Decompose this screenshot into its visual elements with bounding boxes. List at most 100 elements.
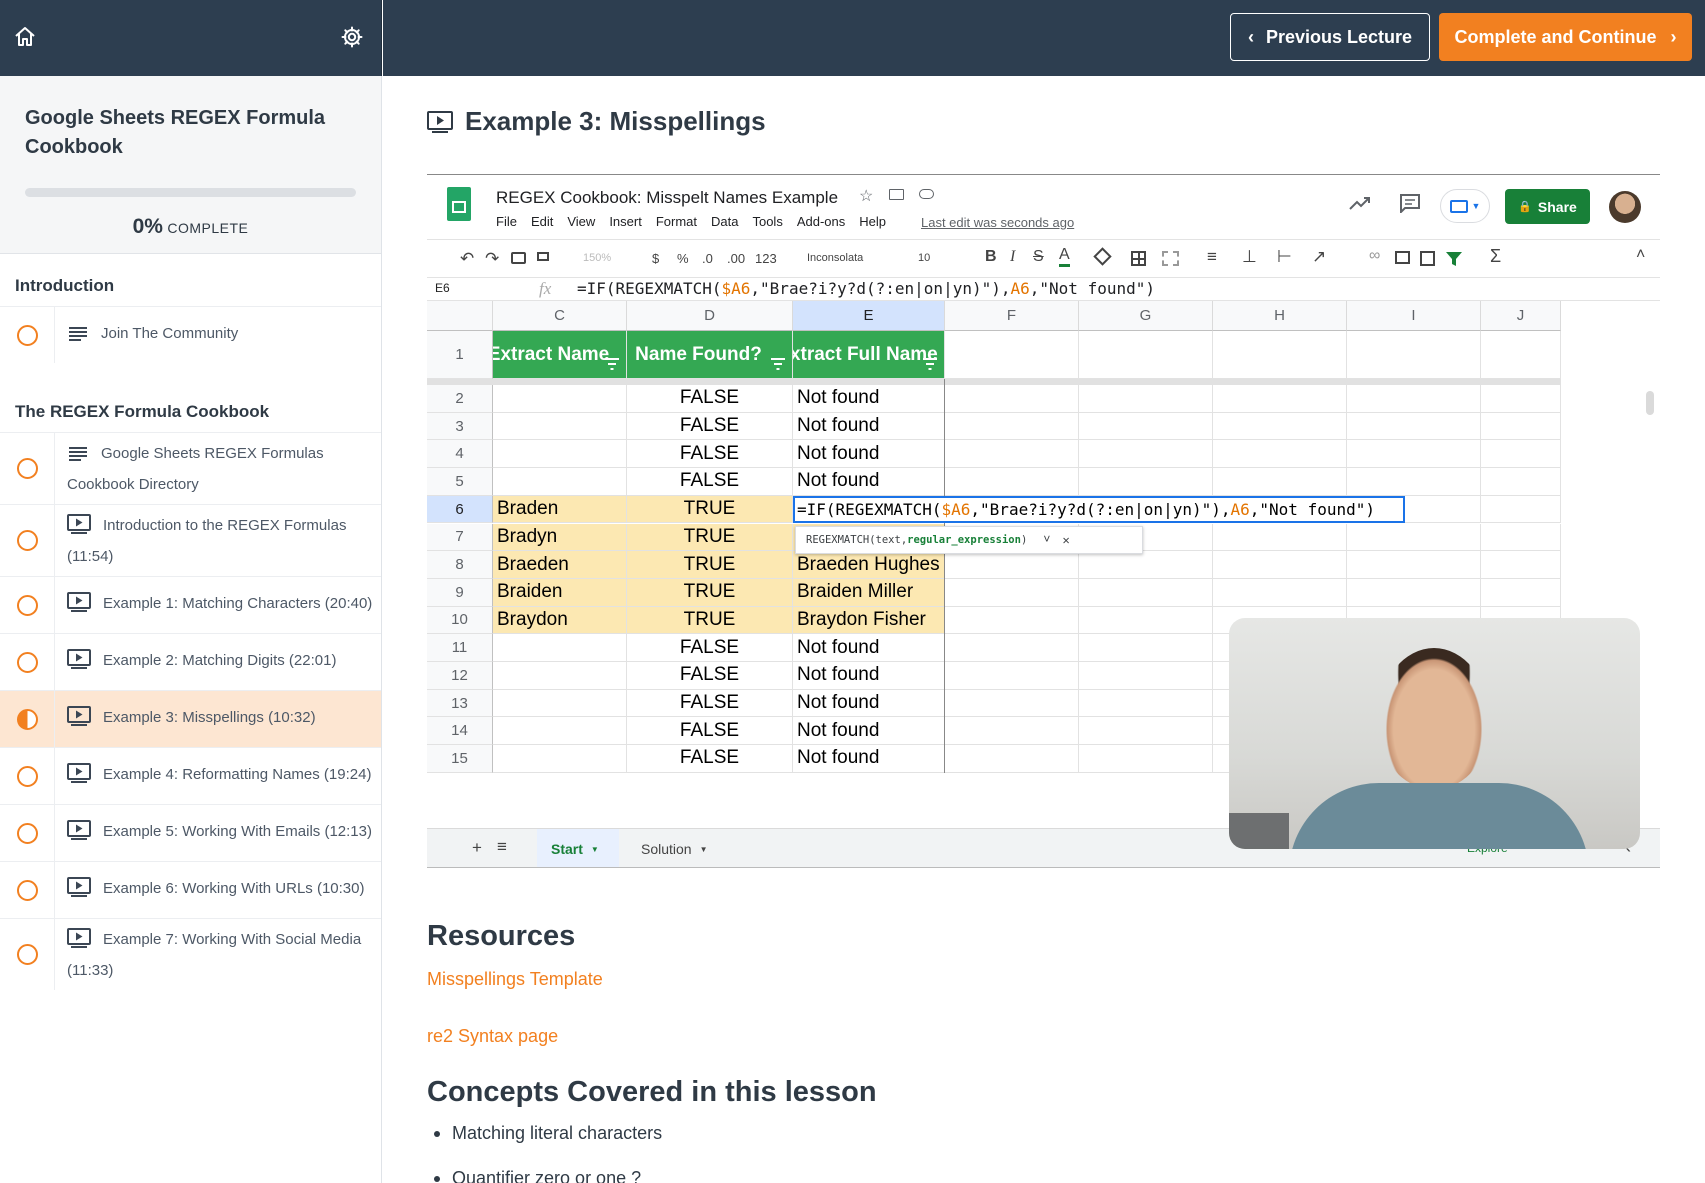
data-cell[interactable]: Braiden [493, 578, 627, 607]
sheet-tab-solution[interactable]: Solution ▼ [627, 829, 722, 867]
empty-cell[interactable] [1213, 551, 1347, 579]
not-started-circle-icon[interactable] [17, 594, 38, 616]
header-cell[interactable]: Extract Name [493, 331, 627, 379]
filter-icon[interactable] [604, 358, 620, 370]
data-cell[interactable]: TRUE [627, 551, 793, 579]
italic-icon[interactable]: I [1010, 248, 1015, 266]
empty-cell[interactable] [1079, 689, 1213, 718]
data-cell[interactable]: Braydon [493, 606, 627, 635]
currency-format-button[interactable]: $ [652, 251, 659, 266]
data-cell[interactable]: Not found [793, 745, 945, 773]
filter-icon[interactable] [922, 358, 938, 370]
data-cell[interactable]: Braeden [493, 551, 627, 579]
empty-cell[interactable] [945, 689, 1079, 718]
column-header[interactable]: I [1347, 301, 1481, 331]
menu-item[interactable]: Insert [609, 214, 642, 229]
menu-item[interactable]: Add-ons [797, 214, 845, 229]
empty-cell[interactable] [1079, 412, 1213, 441]
empty-cell[interactable] [1481, 495, 1561, 524]
lecture-item[interactable]: Example 7: Working With Social Media (11… [0, 918, 381, 990]
empty-cell[interactable] [945, 385, 1079, 413]
empty-cell[interactable] [1347, 440, 1481, 469]
bold-icon[interactable]: B [985, 248, 997, 266]
empty-cell[interactable] [1481, 412, 1561, 441]
filter-icon[interactable] [1445, 250, 1463, 268]
lecture-item[interactable]: Google Sheets REGEX Formulas Cookbook Di… [0, 432, 381, 504]
empty-cell[interactable] [1079, 717, 1213, 746]
avatar[interactable] [1609, 191, 1641, 223]
collapse-toolbar-icon[interactable]: ˄ [1636, 246, 1645, 264]
column-header[interactable]: C [493, 301, 627, 331]
empty-cell[interactable] [1213, 385, 1347, 413]
align-vertical-icon[interactable]: ⊥ [1242, 247, 1257, 267]
empty-cell[interactable] [1481, 440, 1561, 469]
redo-icon[interactable]: ↷ [485, 249, 499, 269]
not-started-circle-icon[interactable] [17, 458, 38, 479]
empty-cell[interactable] [945, 440, 1079, 469]
grid-corner[interactable] [427, 301, 493, 331]
add-sheet-icon[interactable]: + [472, 838, 482, 858]
document-title[interactable]: REGEX Cookbook: Misspelt Names Example [496, 188, 838, 208]
column-header[interactable]: H [1213, 301, 1347, 331]
percent-format-button[interactable]: % [677, 251, 689, 266]
column-header[interactable]: G [1079, 301, 1213, 331]
row-header[interactable]: 7 [427, 523, 493, 552]
data-cell[interactable]: Not found [793, 468, 945, 496]
row-header[interactable]: 2 [427, 385, 493, 413]
not-started-circle-icon[interactable] [17, 944, 38, 965]
lecture-item[interactable]: Example 2: Matching Digits (22:01) [0, 633, 381, 690]
data-cell[interactable]: Braydon Fisher [793, 606, 945, 635]
empty-cell[interactable] [1079, 331, 1213, 379]
undo-icon[interactable]: ↶ [460, 249, 474, 269]
empty-cell[interactable] [1347, 468, 1481, 496]
font-select[interactable]: Inconsolata [807, 252, 863, 264]
folder-icon[interactable] [889, 189, 904, 200]
empty-cell[interactable] [1481, 385, 1561, 413]
menu-item[interactable]: Data [711, 214, 738, 229]
menu-item[interactable]: Help [859, 214, 886, 229]
empty-cell[interactable] [1079, 634, 1213, 662]
data-cell[interactable]: FALSE [627, 662, 793, 690]
row-header[interactable]: 9 [427, 578, 493, 607]
column-header[interactable]: D [627, 301, 793, 331]
empty-cell[interactable] [1079, 745, 1213, 773]
not-started-circle-icon[interactable] [17, 879, 38, 901]
column-header[interactable]: F [945, 301, 1079, 331]
row-header[interactable]: 5 [427, 468, 493, 496]
data-cell[interactable]: FALSE [627, 634, 793, 662]
empty-cell[interactable] [945, 331, 1079, 379]
data-cell[interactable] [493, 412, 627, 441]
not-started-circle-icon[interactable] [17, 822, 38, 844]
row-header[interactable]: 3 [427, 412, 493, 441]
row-header[interactable]: 1 [427, 331, 493, 379]
column-header[interactable]: E [793, 301, 945, 331]
data-cell[interactable] [493, 385, 627, 413]
not-started-circle-icon[interactable] [17, 765, 38, 787]
row-header[interactable]: 13 [427, 689, 493, 718]
header-cell[interactable]: Extract Full Name [793, 331, 945, 379]
data-cell[interactable] [493, 689, 627, 718]
wrap-text-icon[interactable]: ⊢ [1277, 247, 1292, 267]
data-cell[interactable]: Not found [793, 689, 945, 718]
data-cell[interactable] [493, 717, 627, 746]
data-cell[interactable]: Not found [793, 662, 945, 690]
empty-cell[interactable] [945, 606, 1079, 635]
font-size-select[interactable]: 10 [918, 252, 930, 264]
insert-chart-icon[interactable] [1420, 251, 1435, 266]
data-cell[interactable]: FALSE [627, 689, 793, 718]
cloud-icon[interactable] [919, 189, 934, 199]
data-cell[interactable]: FALSE [627, 412, 793, 441]
empty-cell[interactable] [1213, 440, 1347, 469]
present-button[interactable]: ▼ [1440, 189, 1490, 223]
fill-color-icon[interactable] [1093, 247, 1112, 266]
zoom-select[interactable]: 150% [583, 252, 611, 264]
data-cell[interactable] [493, 440, 627, 469]
close-icon[interactable]: ✕ [1062, 533, 1069, 547]
empty-cell[interactable] [1347, 578, 1481, 607]
functions-icon[interactable]: Σ [1490, 246, 1501, 267]
data-cell[interactable]: FALSE [627, 717, 793, 746]
formula-input[interactable]: =IF(REGEXMATCH($A6,"Brae?i?y?d(?:en|on|y… [577, 279, 1155, 298]
comment-icon[interactable] [1399, 193, 1421, 213]
name-box[interactable]: E6 [435, 281, 450, 295]
home-icon[interactable] [7, 19, 43, 55]
